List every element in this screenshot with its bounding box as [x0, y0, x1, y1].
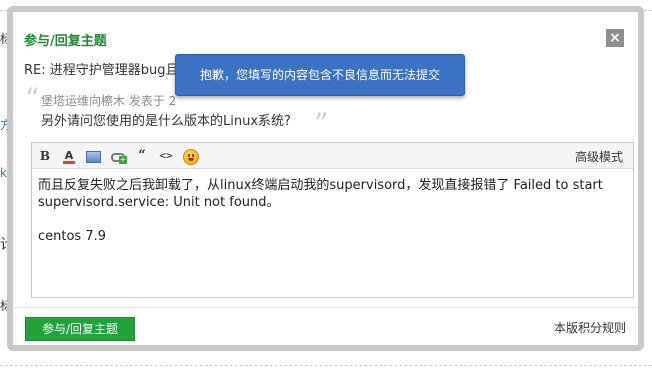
reply-editor: B A + “ <> 高级模式 而且反复失败之后我卸载了，从linux终端启动我… — [31, 142, 634, 298]
close-icon: × — [609, 30, 621, 46]
footer-divider — [13, 307, 638, 308]
advanced-mode-link[interactable]: 高级模式 — [575, 148, 623, 165]
background-divider — [0, 365, 652, 366]
points-rules-link[interactable]: 本版积分规则 — [554, 319, 626, 336]
smiley-icon[interactable] — [183, 149, 199, 165]
editor-textarea[interactable]: 而且反复失败之后我卸载了，从linux终端启动我的supervisord，发现直… — [38, 177, 626, 245]
font-color-icon[interactable]: A — [61, 148, 77, 164]
image-icon[interactable] — [85, 148, 101, 164]
quote-text: 另外请问您使用的是什么版本的Linux系统? — [41, 114, 291, 129]
content-line: centos 7.9 — [38, 229, 107, 244]
error-tooltip: 抱歉，您填写的内容包含不良信息而无法提交 — [175, 54, 465, 96]
quote-close-icon: ” — [314, 107, 329, 140]
code-icon[interactable]: <> — [158, 148, 174, 164]
dialog-title: 参与/回复主题 — [24, 34, 107, 49]
content-line: 而且反复失败之后我卸载了，从linux终端启动我的supervisord，发现直… — [38, 178, 603, 210]
quote-author: 堡塔运维向檫木 发表于 2 — [41, 94, 177, 108]
quote-icon[interactable]: “ — [134, 148, 150, 164]
editor-toolbar: B A + “ <> 高级模式 — [32, 143, 633, 169]
bold-icon[interactable]: B — [37, 148, 53, 164]
submit-reply-button[interactable]: 参与/回复主题 — [25, 317, 135, 341]
close-button[interactable]: × — [606, 29, 624, 47]
link-icon[interactable]: + — [110, 148, 127, 164]
quote-open-icon: “ — [25, 82, 40, 115]
